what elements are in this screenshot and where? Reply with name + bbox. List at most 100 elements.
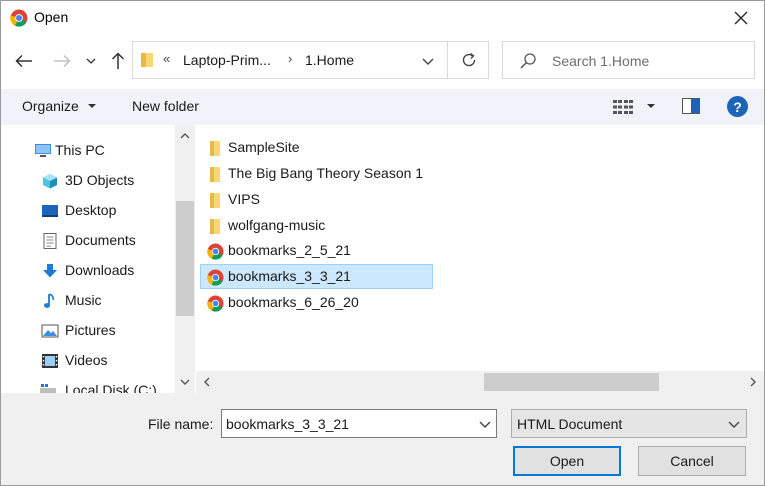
arrow-left-icon: [15, 54, 32, 68]
search-icon: [520, 53, 536, 69]
chevron-down-icon: [422, 58, 434, 65]
scrollbar-thumb[interactable]: [176, 201, 194, 316]
list-item-label: bookmarks_6_26_20: [228, 294, 359, 310]
address-segment-home[interactable]: 1.Home: [305, 52, 354, 68]
dialog-footer: File name: HTML Document Open Cancel: [1, 393, 764, 485]
close-icon: [734, 11, 748, 25]
sidebar-item-pictures[interactable]: Pictures: [1, 317, 176, 345]
chevron-down-icon: [86, 58, 96, 64]
scroll-down-button[interactable]: [175, 371, 195, 393]
file-name-input[interactable]: [226, 415, 466, 433]
document-icon: [43, 233, 57, 249]
up-button[interactable]: [106, 47, 130, 75]
chevron-down-icon[interactable]: [477, 416, 493, 432]
arrow-up-icon: [111, 52, 125, 69]
folder-icon: [210, 193, 220, 208]
chevron-up-icon: [180, 133, 190, 139]
preview-pane-icon[interactable]: [682, 98, 700, 114]
sidebar-item-label: Pictures: [65, 322, 116, 338]
list-item-label: wolfgang-music: [228, 217, 326, 233]
sidebar-item-label: Videos: [65, 352, 108, 368]
window-title: Open: [34, 9, 69, 25]
sidebar-item-label: Downloads: [65, 262, 135, 278]
chevron-right-icon: [750, 377, 756, 387]
sidebar-item-3d-objects[interactable]: 3D Objects: [1, 167, 176, 195]
sidebar-item-desktop[interactable]: Desktop: [1, 197, 176, 225]
list-item-wolfgang-music[interactable]: wolfgang-music: [200, 213, 433, 238]
sidebar-item-label: 3D Objects: [65, 172, 135, 188]
list-item-label: The Big Bang Theory Season 1: [228, 165, 424, 181]
address-segment-laptop[interactable]: Laptop-Prim...: [183, 52, 271, 68]
list-item-bookmarks-6-26-20[interactable]: bookmarks_6_26_20: [200, 290, 433, 315]
sidebar-item-music[interactable]: Music: [1, 287, 176, 315]
sidebar-item-downloads[interactable]: Downloads: [1, 257, 176, 285]
file-type-select[interactable]: HTML Document: [511, 409, 747, 438]
address-history-dropdown[interactable]: [418, 52, 438, 70]
navigation-pane: This PC 3D Objects Desktop Documents Dow…: [1, 125, 195, 393]
list-item-vips[interactable]: VIPS: [200, 187, 433, 212]
cancel-button[interactable]: Cancel: [638, 446, 746, 476]
sidebar-item-label: Documents: [65, 232, 136, 248]
list-item-samplesite[interactable]: SampleSite: [200, 135, 433, 160]
file-name-combobox[interactable]: [221, 409, 497, 438]
list-item-label: SampleSite: [228, 139, 300, 155]
chrome-icon: [10, 9, 28, 27]
sidebar-item-documents[interactable]: Documents: [1, 227, 176, 255]
file-type-value: HTML Document: [517, 416, 623, 432]
desktop-icon: [42, 205, 58, 217]
view-options-caret-icon[interactable]: [647, 104, 655, 108]
title-bar: Open: [1, 1, 764, 35]
scroll-up-button[interactable]: [175, 125, 195, 147]
chrome-html-icon: [207, 269, 224, 286]
forward-button[interactable]: [50, 47, 74, 75]
chrome-html-icon: [207, 295, 224, 312]
chevron-down-icon: [728, 421, 740, 428]
open-button[interactable]: Open: [513, 446, 621, 476]
sidebar-item-label: Desktop: [65, 202, 117, 218]
scroll-right-button[interactable]: [742, 371, 764, 393]
organize-button[interactable]: Organize: [22, 98, 79, 114]
list-item-label: bookmarks_3_3_21: [228, 268, 351, 284]
view-options-icon[interactable]: [612, 98, 634, 116]
sidebar-item-videos[interactable]: Videos: [1, 347, 176, 375]
scrollbar-thumb[interactable]: [484, 373, 659, 391]
recent-locations-button[interactable]: [81, 47, 101, 75]
address-separator[interactable]: ›: [288, 51, 292, 66]
refresh-icon: [462, 52, 475, 67]
scroll-left-button[interactable]: [196, 371, 218, 393]
sidebar-item-label: Local Disk (C:): [65, 382, 157, 393]
download-icon: [43, 264, 57, 278]
video-icon: [42, 354, 58, 368]
folder-icon: [210, 167, 220, 182]
list-item-bookmarks-3-3-21[interactable]: bookmarks_3_3_21: [200, 264, 433, 289]
file-list-scrollbar[interactable]: [196, 371, 764, 393]
chevron-down-icon: [180, 379, 190, 385]
refresh-button[interactable]: [448, 42, 489, 78]
list-item-bookmarks-2-5-21[interactable]: bookmarks_2_5_21: [200, 238, 433, 263]
caret-down-icon: [88, 104, 96, 108]
navigation-pane-scrollbar[interactable]: [175, 125, 195, 393]
chrome-html-icon: [207, 243, 224, 260]
address-overflow-chevron[interactable]: «: [163, 51, 170, 66]
list-item-big-bang-theory[interactable]: The Big Bang Theory Season 1: [200, 161, 433, 186]
close-button[interactable]: [718, 1, 764, 35]
sidebar-item-label: This PC: [55, 142, 105, 158]
sidebar-item-local-disk[interactable]: Local Disk (C:): [1, 377, 176, 393]
arrow-right-icon: [54, 54, 71, 68]
sidebar-item-this-pc[interactable]: This PC: [1, 137, 176, 165]
back-button[interactable]: [12, 47, 36, 75]
folder-icon: [210, 141, 220, 156]
command-bar: Organize New folder ?: [1, 89, 764, 125]
folder-icon: [141, 53, 153, 67]
list-item-label: VIPS: [228, 191, 260, 207]
help-button[interactable]: ?: [727, 96, 748, 117]
folder-icon: [210, 219, 220, 234]
search-input[interactable]: [552, 51, 747, 71]
address-bar[interactable]: « Laptop-Prim... › 1.Home: [132, 41, 489, 79]
open-dialog: Open « Laptop-Prim... › 1.Home Search 1.…: [0, 0, 765, 486]
file-name-label: File name:: [148, 416, 214, 432]
music-icon: [44, 293, 54, 308]
pictures-icon: [41, 324, 59, 338]
search-box[interactable]: [502, 41, 755, 79]
new-folder-button[interactable]: New folder: [132, 98, 199, 114]
